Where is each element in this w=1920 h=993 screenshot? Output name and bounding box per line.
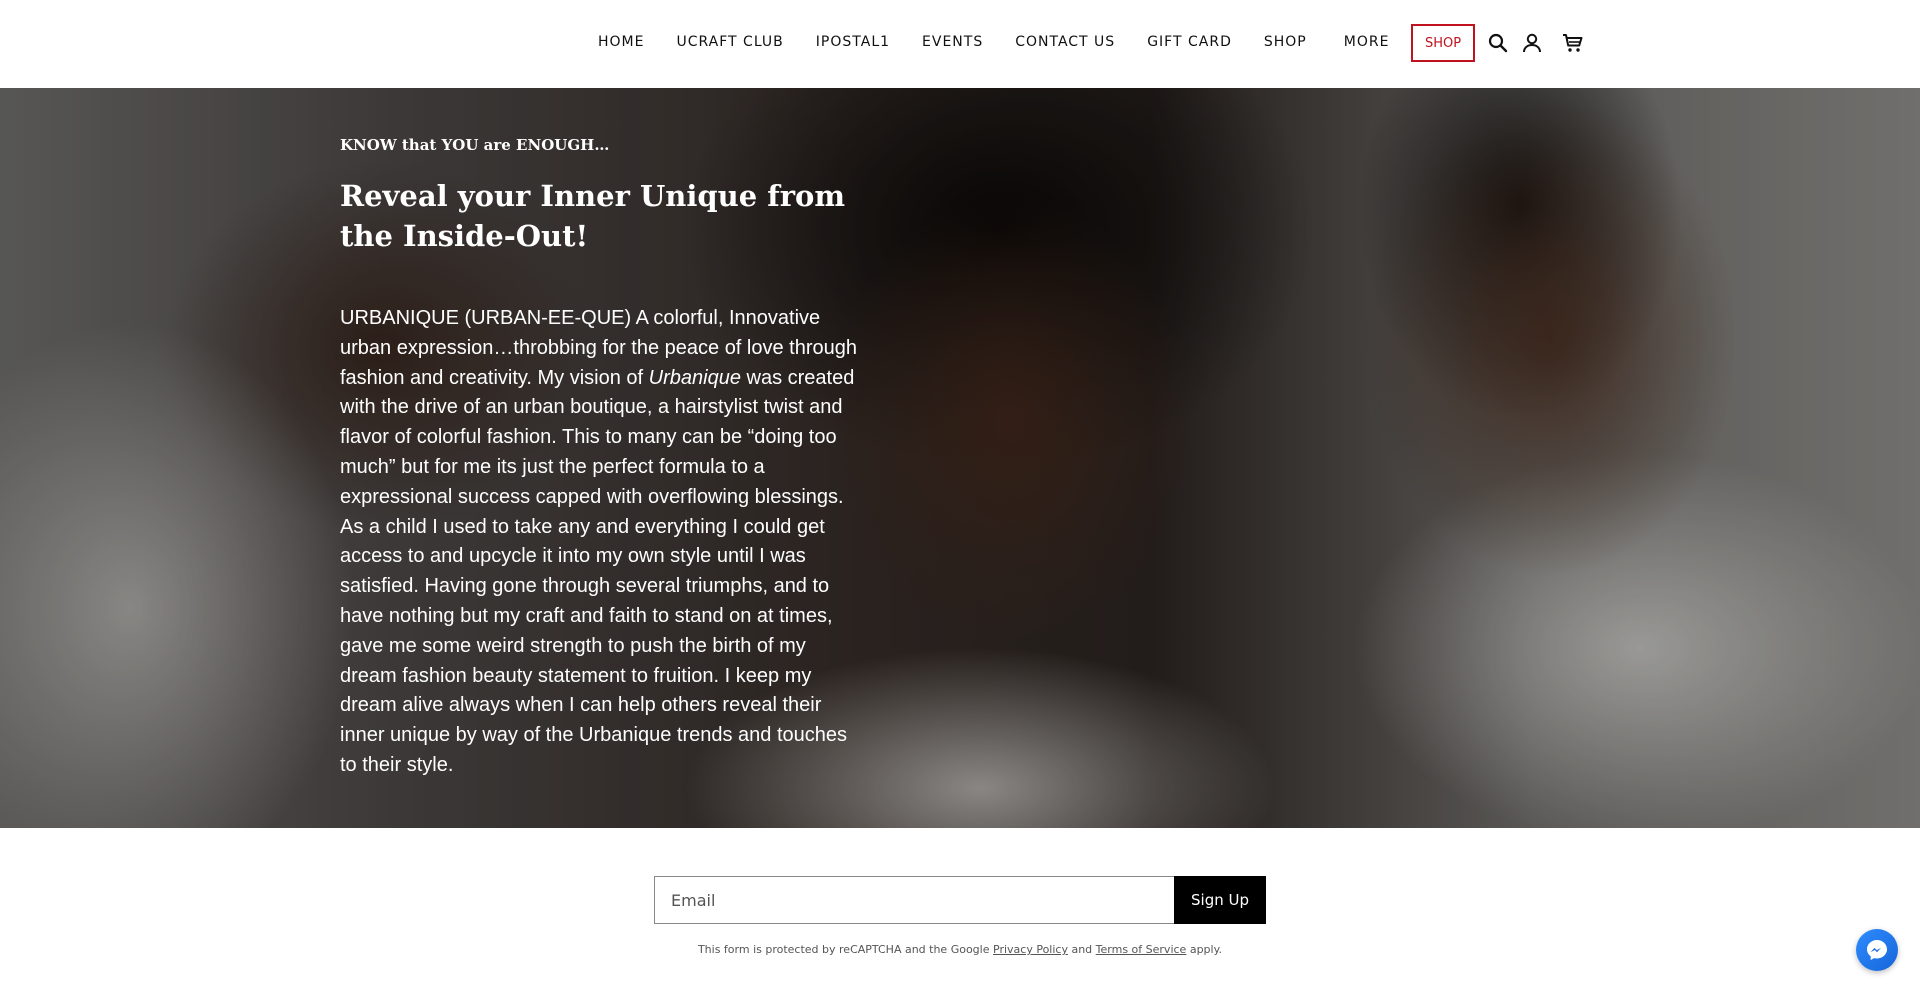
- messenger-icon[interactable]: [1856, 929, 1898, 971]
- email-input[interactable]: [654, 876, 1174, 924]
- hero-eyebrow: KNOW that YOU are ENOUGH…: [340, 136, 610, 154]
- search-icon[interactable]: [1486, 31, 1510, 55]
- newsletter-form: Sign Up: [654, 876, 1266, 924]
- hero-overlay: [0, 88, 1920, 828]
- cart-icon[interactable]: [1561, 31, 1585, 55]
- user-icon[interactable]: [1520, 31, 1544, 55]
- recaptcha-suffix: apply.: [1186, 943, 1223, 956]
- privacy-policy-link[interactable]: Privacy Policy: [993, 943, 1068, 956]
- nav-more[interactable]: MORE: [1344, 34, 1390, 50]
- hero-content: KNOW that YOU are ENOUGH… Reveal your In…: [340, 136, 860, 781]
- nav-events[interactable]: EVENTS: [922, 34, 983, 50]
- nav-ucraft-club[interactable]: UCRAFT CLUB: [676, 34, 783, 50]
- site-header: HOME UCRAFT CLUB IPOSTAL1 EVENTS CONTACT…: [0, 0, 1920, 88]
- main-nav: HOME UCRAFT CLUB IPOSTAL1 EVENTS CONTACT…: [598, 34, 1389, 50]
- nav-ipostal1[interactable]: IPOSTAL1: [816, 34, 890, 50]
- hero-headline: Reveal your Inner Unique from the Inside…: [340, 179, 846, 253]
- hero-banner: KNOW that YOU are ENOUGH… Reveal your In…: [0, 88, 1920, 828]
- recaptcha-middle: and: [1067, 943, 1096, 956]
- sign-up-button[interactable]: Sign Up: [1174, 876, 1266, 924]
- nav-gift-card[interactable]: GIFT CARD: [1147, 34, 1232, 50]
- shop-button[interactable]: SHOP: [1411, 24, 1475, 62]
- nav-contact-us[interactable]: CONTACT US: [1015, 34, 1115, 50]
- recaptcha-prefix: This form is protected by reCAPTCHA and …: [697, 943, 993, 956]
- nav-shop[interactable]: SHOP: [1264, 34, 1307, 50]
- hero-body: URBANIQUE (URBAN-EE-QUE) A colorful, Inn…: [340, 304, 860, 781]
- hero-body-part2: was created with the drive of an urban b…: [340, 366, 855, 776]
- terms-of-service-link[interactable]: Terms of Service: [1096, 943, 1187, 956]
- hero-body-emphasis: Urbanique: [648, 366, 741, 389]
- recaptcha-notice: This form is protected by reCAPTCHA and …: [0, 943, 1920, 956]
- nav-home[interactable]: HOME: [598, 34, 644, 50]
